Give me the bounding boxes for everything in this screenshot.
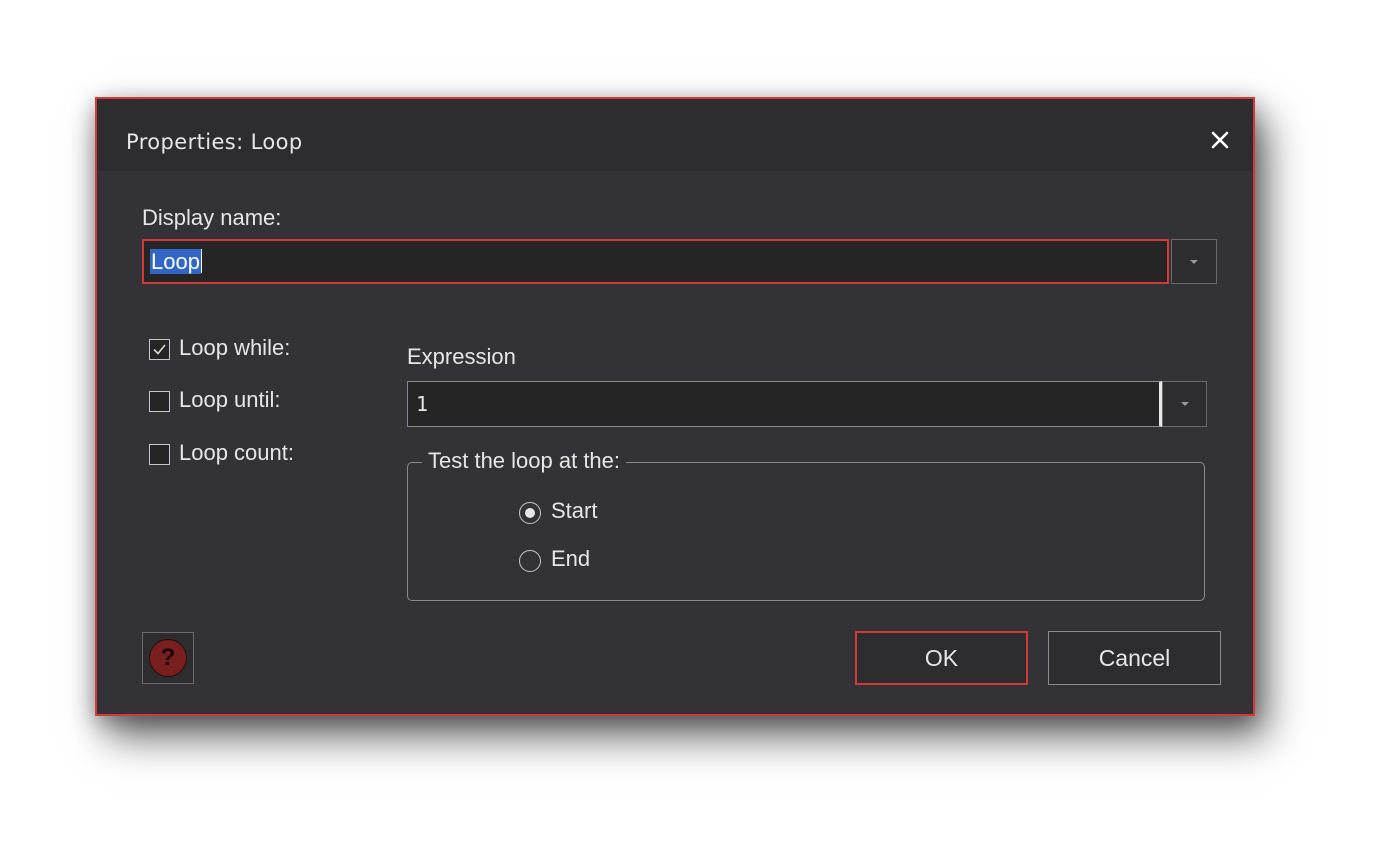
display-name-selection: Loop xyxy=(150,249,201,274)
help-icon: ? xyxy=(149,639,187,677)
help-button[interactable]: ? xyxy=(142,632,194,684)
expression-field[interactable]: 1 xyxy=(407,381,1162,427)
chevron-down-icon xyxy=(1180,402,1189,406)
loop-while-label: Loop while: xyxy=(179,335,291,360)
test-loop-legend: Test the loop at the: xyxy=(422,448,627,474)
help-icon-glyph: ? xyxy=(160,644,176,671)
cancel-button[interactable]: Cancel xyxy=(1048,631,1221,685)
end-radio[interactable] xyxy=(519,550,541,572)
text-cursor xyxy=(200,249,202,273)
loop-count-checkbox[interactable] xyxy=(149,444,170,465)
end-label: End xyxy=(551,546,591,571)
loop-until-checkbox[interactable] xyxy=(149,391,170,412)
ok-button[interactable]: OK xyxy=(855,631,1028,685)
expression-value: 1 xyxy=(416,392,429,416)
display-name-value: Loop xyxy=(150,249,202,275)
radio-selected-dot xyxy=(525,508,535,518)
display-name-field[interactable]: Loop xyxy=(142,239,1169,284)
title-bar: Properties: Loop xyxy=(97,99,1253,171)
display-name-label: Display name: xyxy=(142,205,282,230)
dialog-title: Properties: Loop xyxy=(126,130,303,154)
loop-until-label: Loop until: xyxy=(179,387,281,412)
checkmark-icon xyxy=(153,344,166,355)
chevron-down-icon xyxy=(1190,259,1198,264)
expression-label: Expression xyxy=(407,344,516,369)
expression-dropdown-button[interactable] xyxy=(1162,381,1207,427)
close-icon xyxy=(1211,131,1229,149)
test-loop-groupbox: Test the loop at the: Start End xyxy=(407,448,1205,601)
loop-while-checkbox[interactable] xyxy=(149,339,170,360)
start-label: Start xyxy=(551,498,598,523)
close-button[interactable] xyxy=(1207,127,1233,153)
display-name-dropdown-button[interactable] xyxy=(1171,239,1217,284)
loop-count-label: Loop count: xyxy=(179,440,294,465)
start-radio[interactable] xyxy=(519,502,541,524)
properties-dialog: Properties: Loop Display name: Loop Loop… xyxy=(95,97,1255,716)
